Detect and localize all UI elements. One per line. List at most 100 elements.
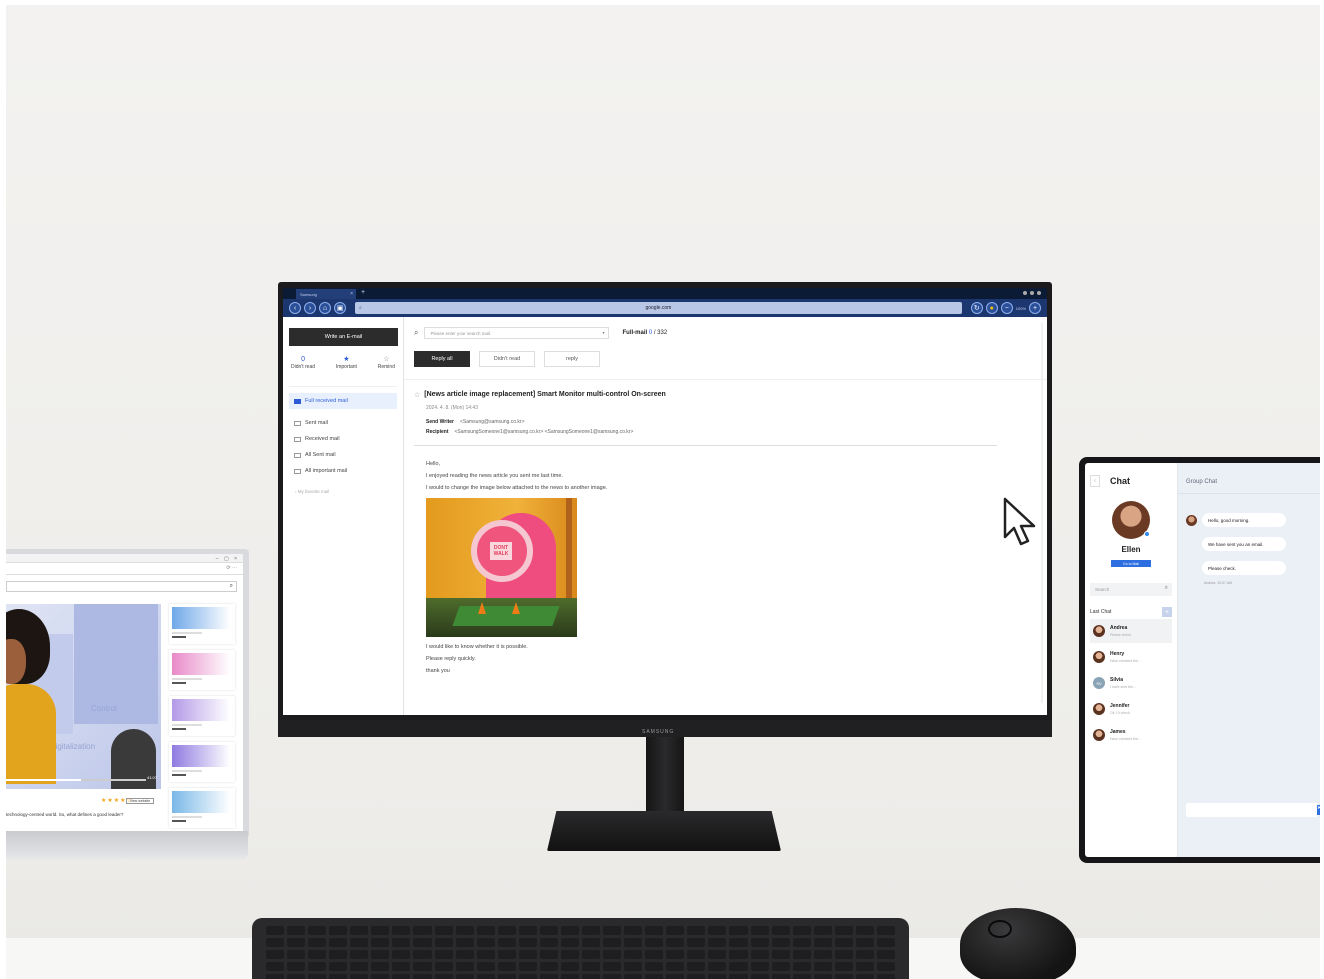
online-status-icon — [1144, 531, 1150, 537]
video-card[interactable] — [169, 742, 235, 782]
chat-search-input[interactable]: Search ⌕ — [1090, 583, 1172, 596]
quick-didnt-read[interactable]: 0 Didn't read — [291, 355, 315, 370]
mail-search-row: ⌕ Please enter your search mail. ▾ Full-… — [414, 327, 1037, 339]
url-bar[interactable]: ⌕ google.com — [355, 302, 962, 314]
mail-search-input[interactable]: Please enter your search mail. ▾ — [424, 327, 610, 339]
video-progress-bar[interactable] — [6, 779, 146, 781]
contact-item[interactable]: James Have checked the... — [1090, 723, 1172, 747]
search-icon[interactable]: ⌕ — [230, 583, 233, 590]
recipient-value: <SamsungSomeone1@samsung.co.kr> <Samsung… — [454, 429, 634, 435]
keyboard-key — [750, 962, 769, 971]
bookmark-icon[interactable]: ▣ — [334, 302, 346, 314]
folder-received[interactable]: Received mail — [289, 431, 397, 447]
image-green-mat — [452, 606, 560, 626]
contact-item[interactable]: Andrea Please check. — [1090, 619, 1172, 643]
star-outline-icon[interactable]: ☆ — [414, 391, 420, 399]
monitor-stand-neck — [646, 737, 684, 817]
body-line: I would like to know whether it is possi… — [426, 644, 528, 650]
refresh-icon[interactable]: ↻ — [970, 302, 983, 314]
video-card[interactable] — [169, 696, 235, 736]
chevron-down-icon[interactable]: ▾ — [602, 330, 604, 335]
envelope-icon — [294, 468, 301, 474]
keyboard-key — [813, 926, 832, 935]
keyboard-key — [539, 938, 558, 947]
attached-image[interactable]: DONT WALK — [426, 498, 577, 637]
laptop-window-controls[interactable]: – ▢ × — [216, 556, 239, 562]
keyboard-key — [876, 974, 895, 979]
send-icon[interactable]: ➤ — [1317, 805, 1320, 815]
video-player[interactable]: Control digitalization 41:07 — [6, 604, 161, 789]
keyboard-key — [624, 974, 643, 979]
keyboard-key — [582, 938, 601, 947]
refresh-icon[interactable]: ⟳ ⋯ — [226, 565, 237, 571]
home-icon[interactable]: ⌂ — [319, 302, 331, 314]
write-email-button[interactable]: Write an E-mail — [289, 328, 398, 346]
keyboard-keys — [266, 926, 895, 979]
folder-label: Sent mail — [305, 420, 328, 426]
add-chat-button[interactable]: + — [1162, 607, 1172, 617]
chat-message-input[interactable] — [1186, 803, 1318, 817]
contact-item[interactable]: Jennifer Ok, I'll check. — [1090, 697, 1172, 721]
video-card[interactable] — [169, 650, 235, 690]
folder-full-received[interactable]: Full received mail — [289, 393, 397, 409]
folder-all-sent[interactable]: All Sent mail — [289, 447, 397, 463]
keyboard-key — [392, 950, 411, 959]
favorite-icon[interactable]: ● — [985, 302, 998, 314]
keyboard-key — [371, 938, 390, 947]
laptop-search-input[interactable]: ⌕ — [6, 581, 237, 592]
quick-remind[interactable]: ☆ Remind — [378, 355, 395, 370]
quick-important[interactable]: ★ Important — [336, 355, 357, 370]
folder-sent[interactable]: Sent mail — [289, 415, 397, 431]
scrollbar[interactable] — [1041, 323, 1043, 703]
avatar[interactable] — [1112, 501, 1150, 539]
keyboard-key — [308, 926, 327, 935]
folder-all-important[interactable]: All important mail — [289, 463, 397, 479]
star-filled-icon: ★ — [343, 356, 350, 363]
search-icon[interactable]: ⌕ — [414, 328, 418, 338]
keyboard-key — [834, 974, 853, 979]
keyboard-key — [603, 938, 622, 947]
didnt-read-button[interactable]: Didn't read — [479, 351, 535, 367]
keyboard-key — [497, 938, 516, 947]
keyboard-key — [350, 962, 369, 971]
reply-button[interactable]: reply — [544, 351, 600, 367]
new-tab-button[interactable]: + — [361, 289, 365, 297]
contact-item[interactable]: SV Silvia I have sent the... — [1090, 671, 1172, 695]
presenter-body — [6, 684, 56, 784]
zoom-in-icon[interactable]: + — [1029, 302, 1041, 314]
card-caption — [172, 636, 186, 638]
video-card[interactable] — [169, 604, 235, 644]
body-line: I enjoyed reading the news article you s… — [426, 473, 563, 479]
go-to-mail-button[interactable]: Go to Mail — [1111, 560, 1151, 567]
keyboard-key — [855, 974, 874, 979]
keyboard-key — [771, 926, 790, 935]
back-icon[interactable]: ‹ — [289, 302, 301, 314]
window-controls[interactable] — [1023, 291, 1041, 295]
keyboard-key — [708, 950, 727, 959]
close-icon[interactable]: × — [350, 291, 353, 297]
keyboard-key — [603, 950, 622, 959]
keyboard-key — [813, 962, 832, 971]
keyboard-key — [371, 974, 390, 979]
keyboard-key — [539, 962, 558, 971]
send-writer-value: <Samsung@samsung.co.kr> — [459, 419, 525, 425]
search-icon[interactable]: ⌕ — [1165, 585, 1168, 592]
video-thumbnail — [172, 653, 230, 675]
keyboard-key — [792, 926, 811, 935]
view-website-button[interactable]: View website — [126, 798, 154, 804]
keyboard-key — [624, 950, 643, 959]
forward-icon[interactable]: › — [304, 302, 316, 314]
folder-favorite[interactable]: › My favorite mail — [289, 489, 397, 494]
browser-tab-strip: Samsung × + — [283, 288, 1047, 299]
reply-all-button[interactable]: Reply all — [414, 351, 470, 367]
contact-item[interactable]: Henry Have checked the... — [1090, 645, 1172, 669]
zoom-out-icon[interactable]: − — [1000, 302, 1013, 314]
keyboard-key — [350, 950, 369, 959]
keyboard-key — [666, 926, 685, 935]
video-card[interactable] — [169, 788, 235, 828]
keyboard-key — [329, 974, 348, 979]
back-icon[interactable]: ‹ — [1090, 475, 1100, 487]
browser-tab[interactable]: Samsung × — [296, 289, 356, 299]
keyboard-key — [603, 974, 622, 979]
laptop-address-bar[interactable]: ⟳ ⋯ — [6, 563, 243, 575]
